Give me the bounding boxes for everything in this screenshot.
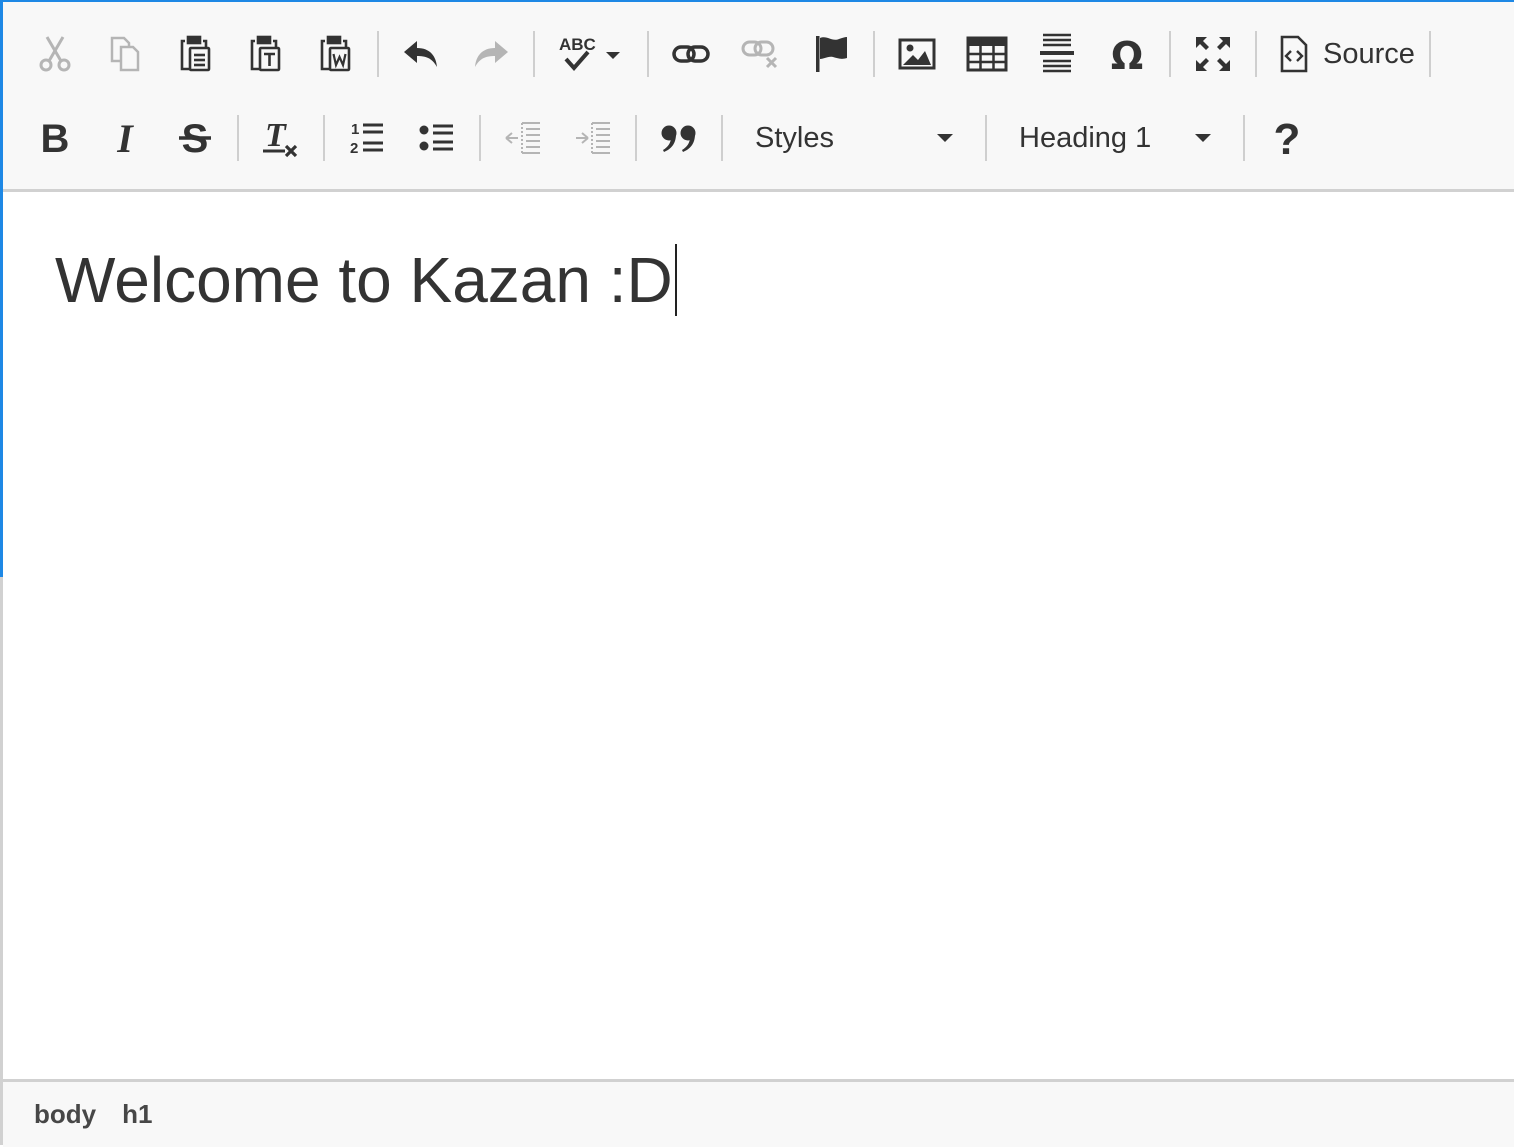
text-caret xyxy=(674,244,677,316)
toolbar-separator xyxy=(647,31,649,77)
link-icon xyxy=(672,45,710,63)
cut-icon xyxy=(39,36,71,72)
toolbar-row-2: B I S T 1 2 Styles Heading 1 ? xyxy=(27,110,1329,166)
toolbar-row-1: ABC Ω Source xyxy=(27,26,1445,82)
toolbar-separator xyxy=(533,31,535,77)
paste-button[interactable] xyxy=(167,26,223,82)
table-button[interactable] xyxy=(959,26,1015,82)
svg-text:?: ? xyxy=(1274,118,1301,158)
italic-button[interactable]: I xyxy=(97,110,153,166)
maximize-button[interactable] xyxy=(1185,26,1241,82)
toolbar-separator xyxy=(1428,31,1431,77)
toolbar-separator xyxy=(323,115,325,161)
remove-format-button[interactable]: T xyxy=(253,110,309,166)
unlink-button[interactable] xyxy=(733,26,789,82)
numbered-list-icon: 1 2 xyxy=(350,121,383,156)
special-character-button[interactable]: Ω xyxy=(1099,26,1155,82)
help-button[interactable]: ? xyxy=(1259,110,1315,166)
strikethrough-button[interactable]: S xyxy=(167,110,223,166)
toolbar-separator xyxy=(237,115,239,161)
undo-button[interactable] xyxy=(393,26,449,82)
spellcheck-icon: ABC xyxy=(559,35,620,72)
unlink-icon xyxy=(741,40,778,69)
table-icon xyxy=(966,36,1008,72)
svg-text:ABC: ABC xyxy=(559,35,596,54)
copy-icon xyxy=(110,36,140,72)
paste-icon xyxy=(180,35,211,72)
rich-text-editor: ABC Ω Source B I S T 1 2 Styles Heading … xyxy=(0,0,1514,1147)
paste-text-icon xyxy=(250,35,281,72)
chevron-down-icon xyxy=(937,134,953,142)
editor-content-area[interactable]: Welcome to Kazan :D xyxy=(55,238,677,322)
chevron-down-icon xyxy=(1195,134,1211,142)
toolbar-separator xyxy=(985,115,987,161)
undo-icon xyxy=(404,41,437,67)
paste-from-word-icon xyxy=(320,35,351,72)
svg-text:Ω: Ω xyxy=(1111,34,1143,74)
bold-icon: B xyxy=(41,120,70,156)
link-button[interactable] xyxy=(663,26,719,82)
help-icon: ? xyxy=(1274,118,1301,158)
svg-text:1: 1 xyxy=(351,121,359,138)
indent-button[interactable] xyxy=(565,110,621,166)
redo-icon xyxy=(475,41,508,67)
strikethrough-icon: S xyxy=(179,119,211,157)
numbered-list-button[interactable]: 1 2 xyxy=(339,110,395,166)
toolbar-separator xyxy=(479,115,481,161)
bulleted-list-button[interactable] xyxy=(409,110,465,166)
svg-text:T: T xyxy=(265,118,287,154)
redo-button[interactable] xyxy=(463,26,519,82)
indent-icon xyxy=(576,122,610,154)
maximize-icon xyxy=(1196,37,1230,71)
svg-text:I: I xyxy=(116,120,134,156)
spellcheck-button[interactable]: ABC xyxy=(549,26,633,82)
anchor-button[interactable] xyxy=(803,26,859,82)
format-dropdown[interactable]: Heading 1 xyxy=(1001,110,1229,166)
bulleted-list-icon xyxy=(419,124,453,151)
toolbar-separator xyxy=(377,31,379,77)
path-item-body[interactable]: body xyxy=(34,1099,96,1130)
paste-from-word-button[interactable] xyxy=(307,26,363,82)
omega-icon: Ω xyxy=(1111,34,1143,74)
element-path-bar: body h1 xyxy=(3,1079,1514,1147)
remove-format-icon: T xyxy=(263,118,298,158)
horizontal-line-icon xyxy=(1040,33,1074,73)
horizontal-line-button[interactable] xyxy=(1029,26,1085,82)
bold-button[interactable]: B xyxy=(27,110,83,166)
paste-text-button[interactable] xyxy=(237,26,293,82)
blockquote-icon xyxy=(661,125,696,152)
italic-icon: I xyxy=(116,120,134,156)
image-button[interactable] xyxy=(889,26,945,82)
toolbar-separator xyxy=(721,115,723,161)
outdent-button[interactable] xyxy=(495,110,551,166)
cut-button[interactable] xyxy=(27,26,83,82)
heading-text[interactable]: Welcome to Kazan :D xyxy=(55,243,673,317)
outdent-icon xyxy=(505,122,540,154)
toolbar-separator xyxy=(1255,31,1257,77)
copy-button[interactable] xyxy=(97,26,153,82)
source-icon xyxy=(1280,35,1308,73)
format-dropdown-label: Heading 1 xyxy=(1019,121,1152,154)
anchor-flag-icon xyxy=(816,36,847,72)
styles-dropdown[interactable]: Styles xyxy=(737,110,971,166)
source-button[interactable]: Source xyxy=(1271,26,1425,82)
blockquote-button[interactable] xyxy=(651,110,707,166)
editor-toolbar: ABC Ω Source B I S T 1 2 Styles Heading … xyxy=(3,2,1514,192)
toolbar-separator xyxy=(873,31,875,77)
svg-text:B: B xyxy=(41,120,70,156)
path-item-h1[interactable]: h1 xyxy=(122,1099,152,1130)
toolbar-separator xyxy=(1243,115,1245,161)
styles-dropdown-label: Styles xyxy=(755,121,834,154)
image-icon xyxy=(898,38,936,70)
svg-text:2: 2 xyxy=(350,140,358,156)
toolbar-separator xyxy=(1169,31,1171,77)
toolbar-separator xyxy=(635,115,637,161)
source-label: Source xyxy=(1323,37,1415,70)
